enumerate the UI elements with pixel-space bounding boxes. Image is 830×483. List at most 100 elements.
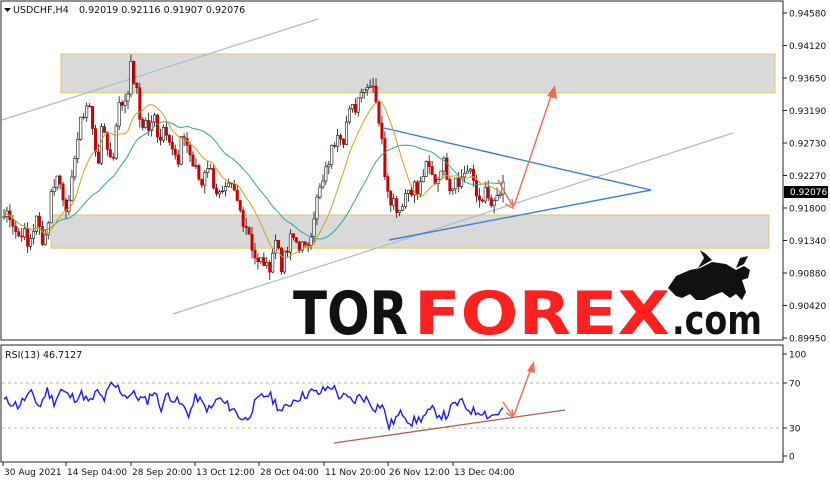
- rsi-panel: [0, 344, 784, 463]
- candle-body: [424, 161, 428, 177]
- candle-body: [91, 106, 95, 129]
- time-tick-label: 13 Dec 04:00: [454, 468, 515, 478]
- rsi-tick-label: 100: [789, 351, 806, 361]
- candle-body: [29, 238, 33, 247]
- time-tick-label: 28 Sep 20:00: [132, 468, 192, 478]
- candle-body: [129, 61, 133, 95]
- candle-body: [215, 187, 219, 195]
- candle-body: [315, 196, 319, 220]
- candle-body: [489, 197, 493, 207]
- candle-body: [191, 154, 195, 167]
- candle-body: [34, 215, 38, 232]
- candle-body: [265, 262, 269, 266]
- candle-body: [250, 233, 254, 251]
- candle-body: [404, 193, 408, 208]
- forex-chart: TOR FOREX .com 0.94580 0.94120 0.93650 0.93…: [0, 0, 828, 478]
- time-tick-label: 13 Oct 12:00: [196, 468, 255, 478]
- candle-body: [176, 154, 180, 165]
- candle-body: [353, 104, 357, 113]
- candle-body: [161, 127, 165, 141]
- candle-body: [55, 175, 59, 188]
- candle-body: [105, 132, 109, 150]
- candle-body: [398, 210, 402, 213]
- candle-body: [433, 174, 437, 184]
- candle-body: [380, 122, 384, 139]
- candle-body: [342, 138, 346, 145]
- candle-body: [350, 104, 354, 110]
- candle-body: [147, 120, 151, 131]
- candle-body: [14, 226, 18, 232]
- candle-body: [498, 193, 502, 196]
- watermark-forex: FOREX: [414, 279, 670, 349]
- candle-body: [333, 144, 337, 147]
- candle-body: [389, 191, 393, 206]
- candle-body: [194, 165, 198, 167]
- candle-body: [209, 168, 213, 170]
- resistance-zone: [60, 53, 776, 94]
- candle-body: [238, 200, 242, 211]
- candle-body: [132, 61, 136, 84]
- candle-body: [212, 168, 216, 189]
- price-tick-label: 0.91340: [789, 237, 826, 247]
- price-tick-label: 0.93650: [789, 75, 826, 85]
- time-tick-label: 30 Aug 2021: [4, 468, 62, 478]
- candle-body: [226, 182, 230, 187]
- candle-body: [164, 127, 168, 136]
- watermark-dotcom: .com: [672, 298, 762, 344]
- candle-body: [23, 228, 27, 238]
- candle-body: [371, 85, 375, 88]
- candle-body: [94, 128, 98, 153]
- candle-body: [401, 206, 405, 211]
- candle-body: [188, 144, 192, 156]
- candle-body: [409, 189, 413, 196]
- time-tick-label: 14 Sep 04:00: [67, 468, 127, 478]
- candle-body: [294, 237, 298, 243]
- candle-body: [330, 144, 334, 166]
- price-axis: 0.94580 0.94120 0.93650 0.93190 0.92730 0.922…: [783, 10, 826, 345]
- candle-body: [167, 135, 171, 143]
- price-tick-label: 0.90880: [789, 270, 826, 280]
- candle-body: [17, 231, 21, 237]
- candle-body: [356, 97, 360, 113]
- candle-body: [235, 190, 239, 201]
- candle-body: [480, 199, 484, 202]
- candle-body: [457, 177, 461, 187]
- price-tick-label: 0.94580: [789, 10, 826, 20]
- time-tick-label: 28 Oct 04:00: [260, 468, 319, 478]
- candle-body: [88, 105, 92, 108]
- time-tick-label: 11 Nov 20:00: [325, 468, 386, 478]
- candle-body: [153, 114, 157, 123]
- candle-body: [377, 101, 381, 124]
- rsi-tick-label: 30: [789, 425, 801, 435]
- candle-body: [244, 225, 248, 228]
- candle-body: [477, 195, 481, 201]
- candle-body: [232, 183, 236, 191]
- price-tick-label: 0.92270: [789, 172, 826, 182]
- candle-body: [11, 219, 15, 227]
- candle-body: [439, 170, 443, 180]
- candle-body: [67, 199, 71, 212]
- candle-body: [486, 186, 490, 199]
- candle-body: [312, 218, 316, 238]
- candle-body: [203, 172, 207, 186]
- candle-body: [339, 135, 343, 140]
- candle-body: [421, 176, 425, 183]
- candle-body: [271, 252, 275, 273]
- candle-body: [448, 179, 452, 191]
- candle-body: [415, 181, 419, 195]
- price-tick-label: 0.94120: [789, 42, 826, 52]
- candle-body: [395, 198, 399, 213]
- candle-body: [253, 249, 257, 259]
- candle-body: [144, 120, 148, 128]
- candle-body: [407, 189, 411, 194]
- rsi-label: RSI(13) 46.7127: [5, 350, 82, 361]
- ohlc-header: 0.92019 0.92116 0.91907 0.92076: [79, 5, 245, 16]
- candle-body: [73, 158, 77, 178]
- candle-body: [318, 186, 322, 198]
- candle-body: [283, 250, 287, 273]
- candle-body: [120, 102, 124, 106]
- candle-body: [303, 241, 307, 245]
- candle-body: [483, 186, 487, 202]
- candle-body: [43, 234, 47, 245]
- candle-body: [362, 89, 366, 93]
